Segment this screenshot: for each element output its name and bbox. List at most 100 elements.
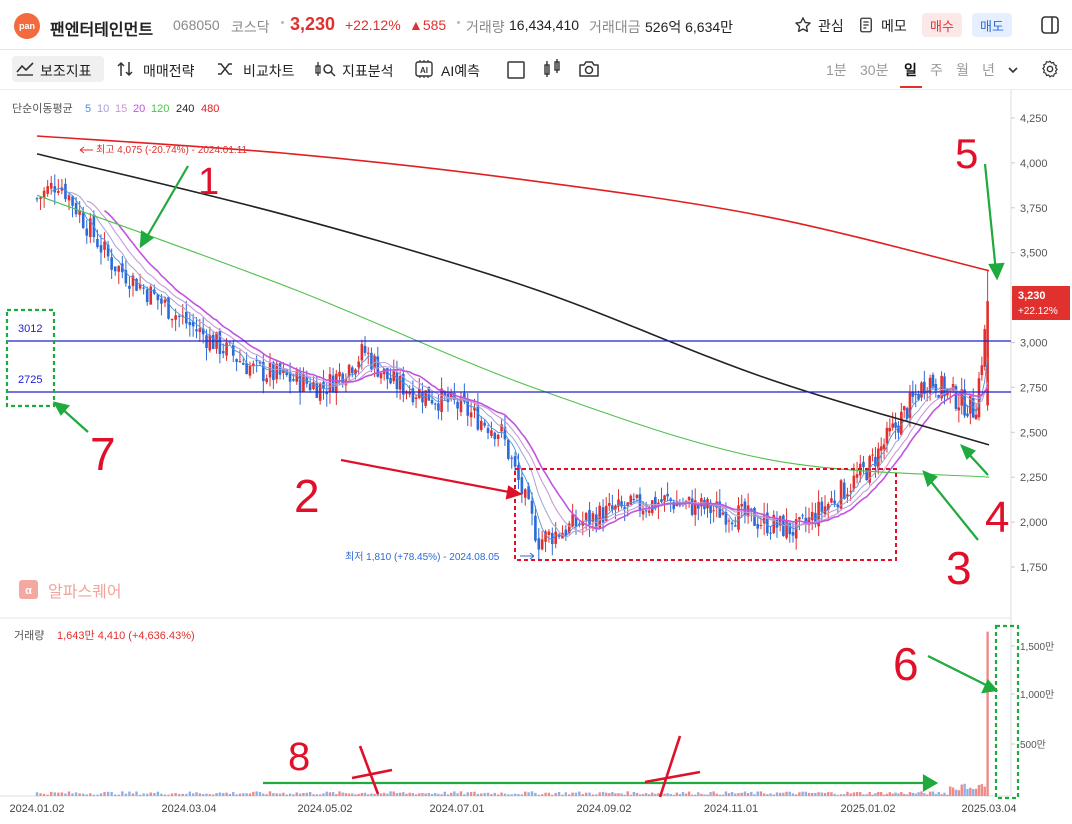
candle-body [759,525,763,527]
ai-icon[interactable]: AI [413,59,435,79]
panel-toggle-icon[interactable] [1040,15,1060,35]
ma-line-480 [36,135,990,272]
camera-icon[interactable] [578,59,600,79]
volume-bar [500,792,503,796]
period-30min[interactable]: 30분 [860,60,888,80]
volume-bar [951,787,955,796]
compare-icon[interactable] [216,60,234,78]
volume-bar [868,792,871,796]
volume-bar [392,791,395,796]
candle-body [417,388,421,399]
volume-bar [335,794,338,796]
volume-bar [983,786,986,796]
candle-body [398,376,402,390]
volume-bar [64,793,67,796]
change-amount: ▲585 [409,17,447,33]
volume-bar [402,792,405,796]
candle-body [810,512,814,521]
volume-bar [778,792,782,796]
strategy-icon[interactable] [116,60,134,78]
candle-body [103,241,106,250]
candle-body [882,444,886,450]
watch-button[interactable]: 관심 [794,13,850,37]
volume-bar [911,792,915,796]
volume-bar [614,793,617,796]
ma-legend-10: 10 [97,103,109,115]
volume-bar [408,792,411,796]
volume-bar [877,791,880,796]
low-arrow [520,552,535,560]
volume-bar [67,791,71,796]
volume-bar [920,791,923,796]
period-day[interactable]: 일 [904,60,917,80]
memo-button[interactable]: 메모 [857,13,913,37]
volume-bar [903,793,906,796]
candle-body [456,401,459,409]
period-1min[interactable]: 1분 [826,60,847,80]
volume-bar [135,791,138,796]
candle-body [117,266,121,272]
arrow-6-head [981,679,999,694]
compare-button[interactable]: 비교차트 [243,61,295,81]
candle-body [727,520,731,522]
vol-tick-label: 1,500만 [1020,641,1054,653]
candle-body [430,400,434,404]
volume-bar [571,792,574,796]
volume-bar [954,789,958,796]
candle-type-icon[interactable] [542,58,562,80]
volume-bar [395,793,399,796]
volume-bar [513,793,517,796]
sell-button[interactable]: 매도 [972,13,1012,37]
gear-icon[interactable] [1040,59,1060,79]
ai-predict-button[interactable]: AI예측 [441,61,480,81]
candle-body [49,182,53,189]
volume-bar [418,793,421,796]
volume-bar [914,793,917,796]
candle-body [160,298,163,304]
separator-dot [281,21,284,24]
price-chart[interactable]: 단순이동평균 5 10 15 20 120 240 480 4,2504,000… [0,90,1072,824]
volume-bar [721,794,725,796]
high-note: 최고 4,075 (-20.74%) - 2024.01.11 [96,144,248,156]
square-draw-icon[interactable] [506,60,526,80]
volume-bar [255,791,258,796]
hline-label-3012: 3012 [18,323,42,335]
candle-body [225,342,228,356]
candle-body [712,510,715,512]
period-month[interactable]: 월 [956,60,969,80]
chevron-down-icon[interactable] [1007,65,1019,75]
volume-bar [694,794,697,796]
candle-body [167,297,170,319]
period-year[interactable]: 년 [982,60,995,80]
candle-body [830,498,833,503]
volume-bar [833,793,836,796]
volume-bar [510,794,513,796]
analysis-button[interactable]: 지표분석 [342,61,394,81]
buy-button[interactable]: 매수 [922,13,962,37]
candle-body [188,321,192,326]
candle-body [479,420,483,430]
volume-bars [35,631,989,796]
candle-body [272,362,275,381]
candle-body [740,503,744,507]
period-week[interactable]: 주 [930,60,943,80]
candle-body [641,510,645,515]
watermark-text: 알파스퀘어 [48,583,122,601]
analysis-icon[interactable] [314,60,336,78]
volume-bar [181,793,184,796]
candle-body [584,513,588,521]
volume-bar [811,792,814,796]
volume-bar [78,793,81,796]
volume-bar [960,784,963,796]
volume-bar [846,791,849,796]
strategy-button[interactable]: 매매전략 [143,61,195,81]
candle-body [248,366,252,376]
candle-body [235,359,238,362]
candle-body [85,228,89,236]
x-axis: 2024.01.02 2024.03.04 2024.05.02 2024.07.01… [9,803,1016,815]
candle-body [517,464,520,480]
annotation-4: 4 [985,493,1009,542]
candle-body [911,392,915,397]
volume-bar [949,786,952,796]
volume-bar [437,793,440,796]
